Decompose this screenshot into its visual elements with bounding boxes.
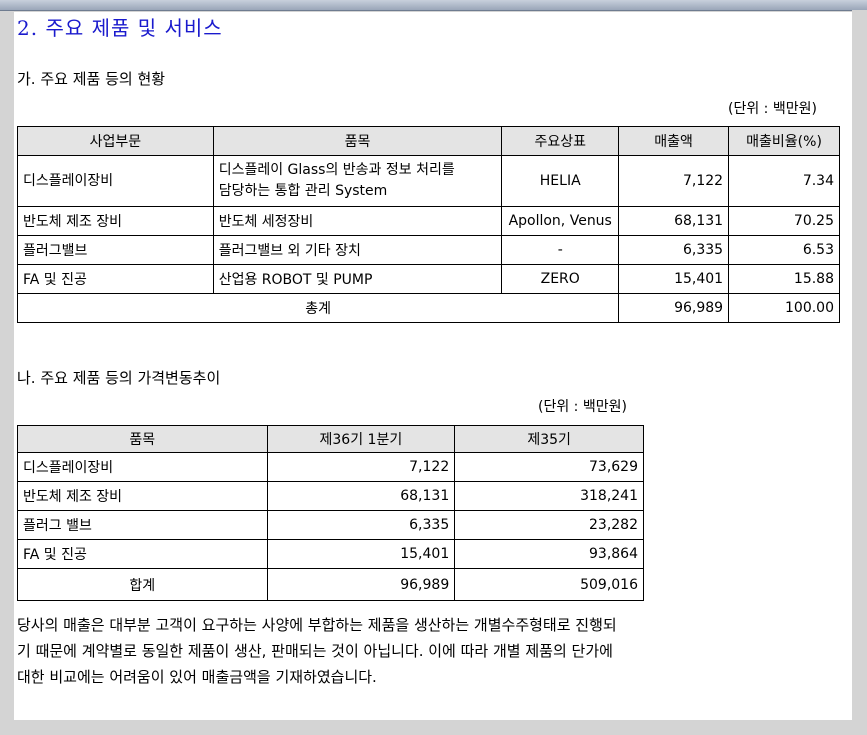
item-cell: 플러그밸브 외 기타 장치 <box>212 235 503 265</box>
ratio-cell: 7.34 <box>728 155 840 207</box>
brand-cell: Apollon, Venus <box>501 206 620 236</box>
bottom-gutter <box>0 720 867 735</box>
table-header-row: 사업부문 품목 주요상표 매출액 매출비율(%) <box>17 126 840 156</box>
header-cell: 제35기 <box>454 425 644 453</box>
total-ratio: 100.00 <box>728 293 840 323</box>
part-a-unit: (단위 : 백만원) <box>728 101 817 117</box>
prev-cell: 93,864 <box>454 539 644 569</box>
ratio-cell: 6.53 <box>728 235 840 265</box>
table-row: 플러그밸브 플러그밸브 외 기타 장치 - 6,335 6.53 <box>17 235 840 265</box>
q1-cell: 6,335 <box>266 510 456 540</box>
sales-cell: 7,122 <box>618 155 730 207</box>
price-trend-table: 품목 제36기 1분기 제35기 디스플레이장비 7,122 73,629 반도… <box>17 425 644 601</box>
table-row: 디스플레이장비 7,122 73,629 <box>17 452 644 482</box>
header-cell: 매출액 <box>618 126 730 156</box>
item-cell: FA 및 진공 <box>17 539 268 569</box>
section-title: 2. 주요 제품 및 서비스 <box>17 16 223 40</box>
brand-cell: - <box>501 235 620 265</box>
division-cell: FA 및 진공 <box>17 264 214 294</box>
item-cell: 산업용 ROBOT 및 PUMP <box>212 264 503 294</box>
sales-cell: 15,401 <box>618 264 730 294</box>
table-header-row: 품목 제36기 1분기 제35기 <box>17 425 644 453</box>
q1-cell: 7,122 <box>266 452 456 482</box>
total-prev: 509,016 <box>454 568 644 601</box>
part-b-heading: 나. 주요 제품 등의 가격변동추이 <box>17 369 221 387</box>
item-cell: 반도체 세정장비 <box>212 206 503 236</box>
division-cell: 반도체 제조 장비 <box>17 206 214 236</box>
prev-cell: 23,282 <box>454 510 644 540</box>
total-row: 총계 96,989 100.00 <box>16 293 840 323</box>
document-page: 2. 주요 제품 및 서비스 가. 주요 제품 등의 현황 (단위 : 백만원)… <box>14 12 852 720</box>
item-line: 디스플레이 Glass의 반송과 정보 처리를 <box>218 162 455 178</box>
division-cell: 플러그밸브 <box>17 235 214 265</box>
item-cell: 반도체 제조 장비 <box>17 481 268 511</box>
table-row: 반도체 제조 장비 반도체 세정장비 Apollon, Venus 68,131… <box>17 206 840 236</box>
table-row: 플러그 밸브 6,335 23,282 <box>17 510 644 540</box>
sales-cell: 68,131 <box>618 206 730 236</box>
note-paragraph: 당사의 매출은 대부분 고객이 요구하는 사양에 부합하는 제품을 생산하는 개… <box>17 616 617 686</box>
table-row: FA 및 진공 15,401 93,864 <box>17 539 644 569</box>
total-q1: 96,989 <box>266 568 456 601</box>
sales-cell: 6,335 <box>618 235 730 265</box>
products-table: 사업부문 품목 주요상표 매출액 매출비율(%) 디스플레이장비 디스플레이 G… <box>16 126 840 323</box>
part-a-heading: 가. 주요 제품 등의 현황 <box>17 70 166 88</box>
total-row: 합계 96,989 509,016 <box>17 568 644 601</box>
header-cell: 품목 <box>212 126 503 156</box>
brand-cell: ZERO <box>501 264 620 294</box>
header-cell: 주요상표 <box>501 126 620 156</box>
prev-cell: 73,629 <box>454 452 644 482</box>
right-gutter <box>852 10 867 735</box>
header-cell: 매출비율(%) <box>728 126 840 156</box>
item-cell: 디스플레이 Glass의 반송과 정보 처리를담당하는 통합 관리 System <box>212 155 503 207</box>
table-row: 디스플레이장비 디스플레이 Glass의 반송과 정보 처리를담당하는 통합 관… <box>17 155 840 207</box>
total-sales: 96,989 <box>618 293 730 323</box>
total-label: 합계 <box>17 568 268 601</box>
ratio-cell: 70.25 <box>728 206 840 236</box>
item-cell: 플러그 밸브 <box>17 510 268 540</box>
q1-cell: 15,401 <box>266 539 456 569</box>
table-row: FA 및 진공 산업용 ROBOT 및 PUMP ZERO 15,401 15.… <box>17 264 840 294</box>
table-row: 반도체 제조 장비 68,131 318,241 <box>17 481 644 511</box>
header-cell: 제36기 1분기 <box>266 425 456 453</box>
division-cell: 디스플레이장비 <box>17 155 214 207</box>
part-b-unit: (단위 : 백만원) <box>538 399 627 415</box>
brand-cell: HELIA <box>501 155 620 207</box>
ratio-cell: 15.88 <box>728 264 840 294</box>
prev-cell: 318,241 <box>454 481 644 511</box>
q1-cell: 68,131 <box>266 481 456 511</box>
window-top-bar <box>0 0 867 11</box>
total-label: 총계 <box>16 293 620 323</box>
header-cell: 품목 <box>17 425 268 453</box>
item-cell: 디스플레이장비 <box>17 452 268 482</box>
header-cell: 사업부문 <box>17 126 214 156</box>
item-line: 담당하는 통합 관리 System <box>218 183 388 199</box>
